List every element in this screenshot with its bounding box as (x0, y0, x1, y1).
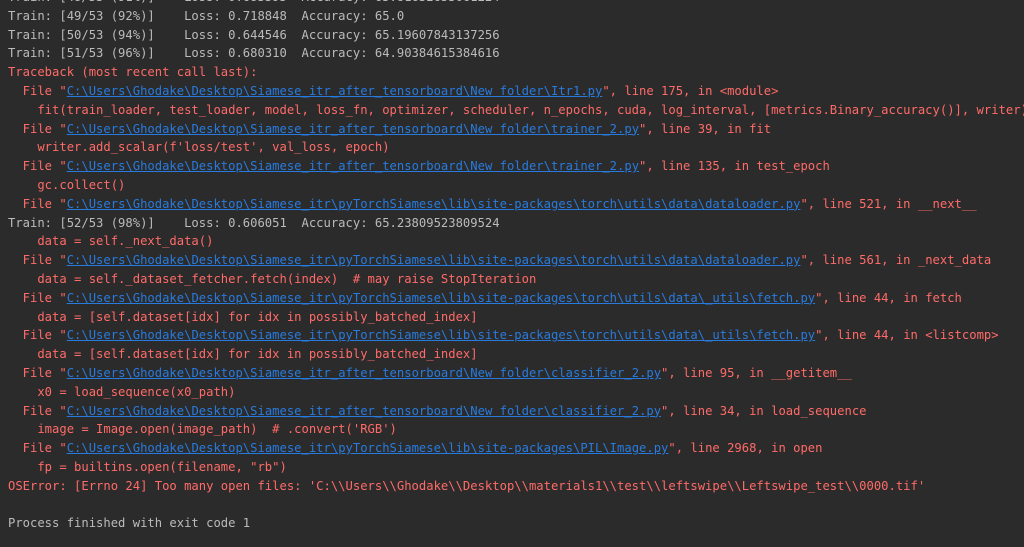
traceback-location: ", line 561, in _next_data (800, 253, 992, 268)
traceback-location: ", line 135, in test_epoch (639, 159, 830, 174)
stdout-line: Train: [49/53 (92%)] Loss: 0.718848 Accu… (8, 7, 1024, 26)
stdout-line: Train: [52/53 (98%)] Loss: 0.606051 Accu… (8, 214, 1024, 233)
traceback-file-line: File "C:\Users\Ghodake\Desktop\Siamese_i… (8, 251, 1024, 270)
source-file-link[interactable]: C:\Users\Ghodake\Desktop\Siamese_itr\pyT… (67, 328, 815, 342)
stderr-line: image = Image.open(image_path) # .conver… (8, 420, 1024, 439)
traceback-prefix: File " (8, 441, 67, 456)
line-text: Train: [51/53 (96%)] Loss: 0.680310 Accu… (8, 46, 500, 61)
traceback-prefix: File " (8, 365, 67, 380)
line-text: x0 = load_sequence(x0_path) (8, 384, 236, 399)
traceback-location: ", line 2968, in open (668, 441, 823, 456)
traceback-file-line: File "C:\Users\Ghodake\Desktop\Siamese_i… (8, 82, 1024, 101)
traceback-file-line: File "C:\Users\Ghodake\Desktop\Siamese_i… (8, 364, 1024, 383)
stderr-line: data = self._dataset_fetcher.fetch(index… (8, 270, 1024, 289)
traceback-location: ", line 44, in fetch (815, 290, 962, 305)
line-text: Process finished with exit code 1 (8, 516, 251, 531)
traceback-file-line: File "C:\Users\Ghodake\Desktop\Siamese_i… (8, 289, 1024, 308)
stderr-line: data = [self.dataset[idx] for idx in pos… (8, 345, 1024, 364)
line-text: writer.add_scalar(f'loss/test', val_loss… (8, 140, 390, 155)
traceback-location: ", line 521, in __next__ (800, 196, 977, 211)
stderr-line: fit(train_loader, test_loader, model, lo… (8, 101, 1024, 120)
stderr-line: data = [self.dataset[idx] for idx in pos… (8, 308, 1024, 327)
traceback-prefix: File " (8, 253, 67, 268)
source-file-link[interactable]: C:\Users\Ghodake\Desktop\Siamese_itr_aft… (67, 84, 603, 98)
line-text: image = Image.open(image_path) # .conver… (8, 422, 397, 437)
traceback-location: ", line 34, in load_sequence (661, 403, 867, 418)
traceback-file-line: File "C:\Users\Ghodake\Desktop\Siamese_i… (8, 402, 1024, 421)
stderr-line: data = self._next_data() (8, 232, 1024, 251)
traceback-location: ", line 95, in __getitem__ (661, 365, 852, 380)
source-file-link[interactable]: C:\Users\Ghodake\Desktop\Siamese_itr\pyT… (67, 291, 815, 305)
stderr-line: gc.collect() (8, 176, 1024, 195)
source-file-link[interactable]: C:\Users\Ghodake\Desktop\Siamese_itr_aft… (67, 122, 639, 136)
source-file-link[interactable]: C:\Users\Ghodake\Desktop\Siamese_itr_aft… (67, 404, 661, 418)
stdout-line: Train: [51/53 (96%)] Loss: 0.680310 Accu… (8, 44, 1024, 63)
traceback-location: ", line 175, in <module> (602, 83, 779, 98)
traceback-prefix: File " (8, 196, 67, 211)
line-text: fit(train_loader, test_loader, model, lo… (8, 102, 1024, 117)
traceback-file-line: File "C:\Users\Ghodake\Desktop\Siamese_i… (8, 157, 1024, 176)
input-line[interactable] (8, 533, 1024, 535)
line-text: Train: [52/53 (98%)] Loss: 0.606051 Accu… (8, 215, 500, 230)
source-file-link[interactable]: C:\Users\Ghodake\Desktop\Siamese_itr\pyT… (67, 441, 669, 455)
traceback-prefix: File " (8, 290, 67, 305)
line-text: Traceback (most recent call last): (8, 65, 258, 80)
traceback-prefix: File " (8, 83, 67, 98)
stdout-line: Process finished with exit code 1 (8, 514, 1024, 533)
line-text: gc.collect() (8, 177, 126, 192)
stderr-line: OSError: [Errno 24] Too many open files:… (8, 477, 1024, 496)
stderr-line: x0 = load_sequence(x0_path) (8, 383, 1024, 402)
line-text: data = [self.dataset[idx] for idx in pos… (8, 309, 478, 324)
traceback-file-line: File "C:\Users\Ghodake\Desktop\Siamese_i… (8, 120, 1024, 139)
traceback-location: ", line 44, in <listcomp> (815, 328, 999, 343)
line-text: fp = builtins.open(filename, "rb") (8, 459, 287, 474)
stdout-line: Train: [48/53 (91%)] Loss: 0.683395 Accu… (8, 0, 1024, 7)
traceback-prefix: File " (8, 121, 67, 136)
stderr-line: writer.add_scalar(f'loss/test', val_loss… (8, 138, 1024, 157)
line-text: Train: [49/53 (92%)] Loss: 0.718848 Accu… (8, 8, 405, 23)
stderr-line: Traceback (most recent call last): (8, 63, 1024, 82)
traceback-prefix: File " (8, 159, 67, 174)
source-file-link[interactable]: C:\Users\Ghodake\Desktop\Siamese_itr\pyT… (67, 197, 801, 211)
run-console-output: Train: [48/53 (91%)] Loss: 0.683395 Accu… (0, 0, 1024, 535)
stderr-line: fp = builtins.open(filename, "rb") (8, 458, 1024, 477)
line-text: Train: [48/53 (91%)] Loss: 0.683395 Accu… (8, 0, 500, 4)
stdout-line: Train: [50/53 (94%)] Loss: 0.644546 Accu… (8, 26, 1024, 45)
source-file-link[interactable]: C:\Users\Ghodake\Desktop\Siamese_itr_aft… (67, 366, 661, 380)
traceback-file-line: File "C:\Users\Ghodake\Desktop\Siamese_i… (8, 195, 1024, 214)
line-text: data = self._next_data() (8, 234, 214, 249)
line-text: data = self._dataset_fetcher.fetch(index… (8, 271, 537, 286)
traceback-prefix: File " (8, 403, 67, 418)
traceback-file-line: File "C:\Users\Ghodake\Desktop\Siamese_i… (8, 326, 1024, 345)
line-text: OSError: [Errno 24] Too many open files:… (8, 478, 926, 493)
source-file-link[interactable]: C:\Users\Ghodake\Desktop\Siamese_itr\pyT… (67, 253, 801, 267)
source-file-link[interactable]: C:\Users\Ghodake\Desktop\Siamese_itr_aft… (67, 159, 639, 173)
traceback-location: ", line 39, in fit (639, 121, 772, 136)
line-text: data = [self.dataset[idx] for idx in pos… (8, 347, 478, 362)
stdout-line (8, 496, 1024, 515)
line-text: Train: [50/53 (94%)] Loss: 0.644546 Accu… (8, 27, 500, 42)
traceback-prefix: File " (8, 328, 67, 343)
traceback-file-line: File "C:\Users\Ghodake\Desktop\Siamese_i… (8, 439, 1024, 458)
